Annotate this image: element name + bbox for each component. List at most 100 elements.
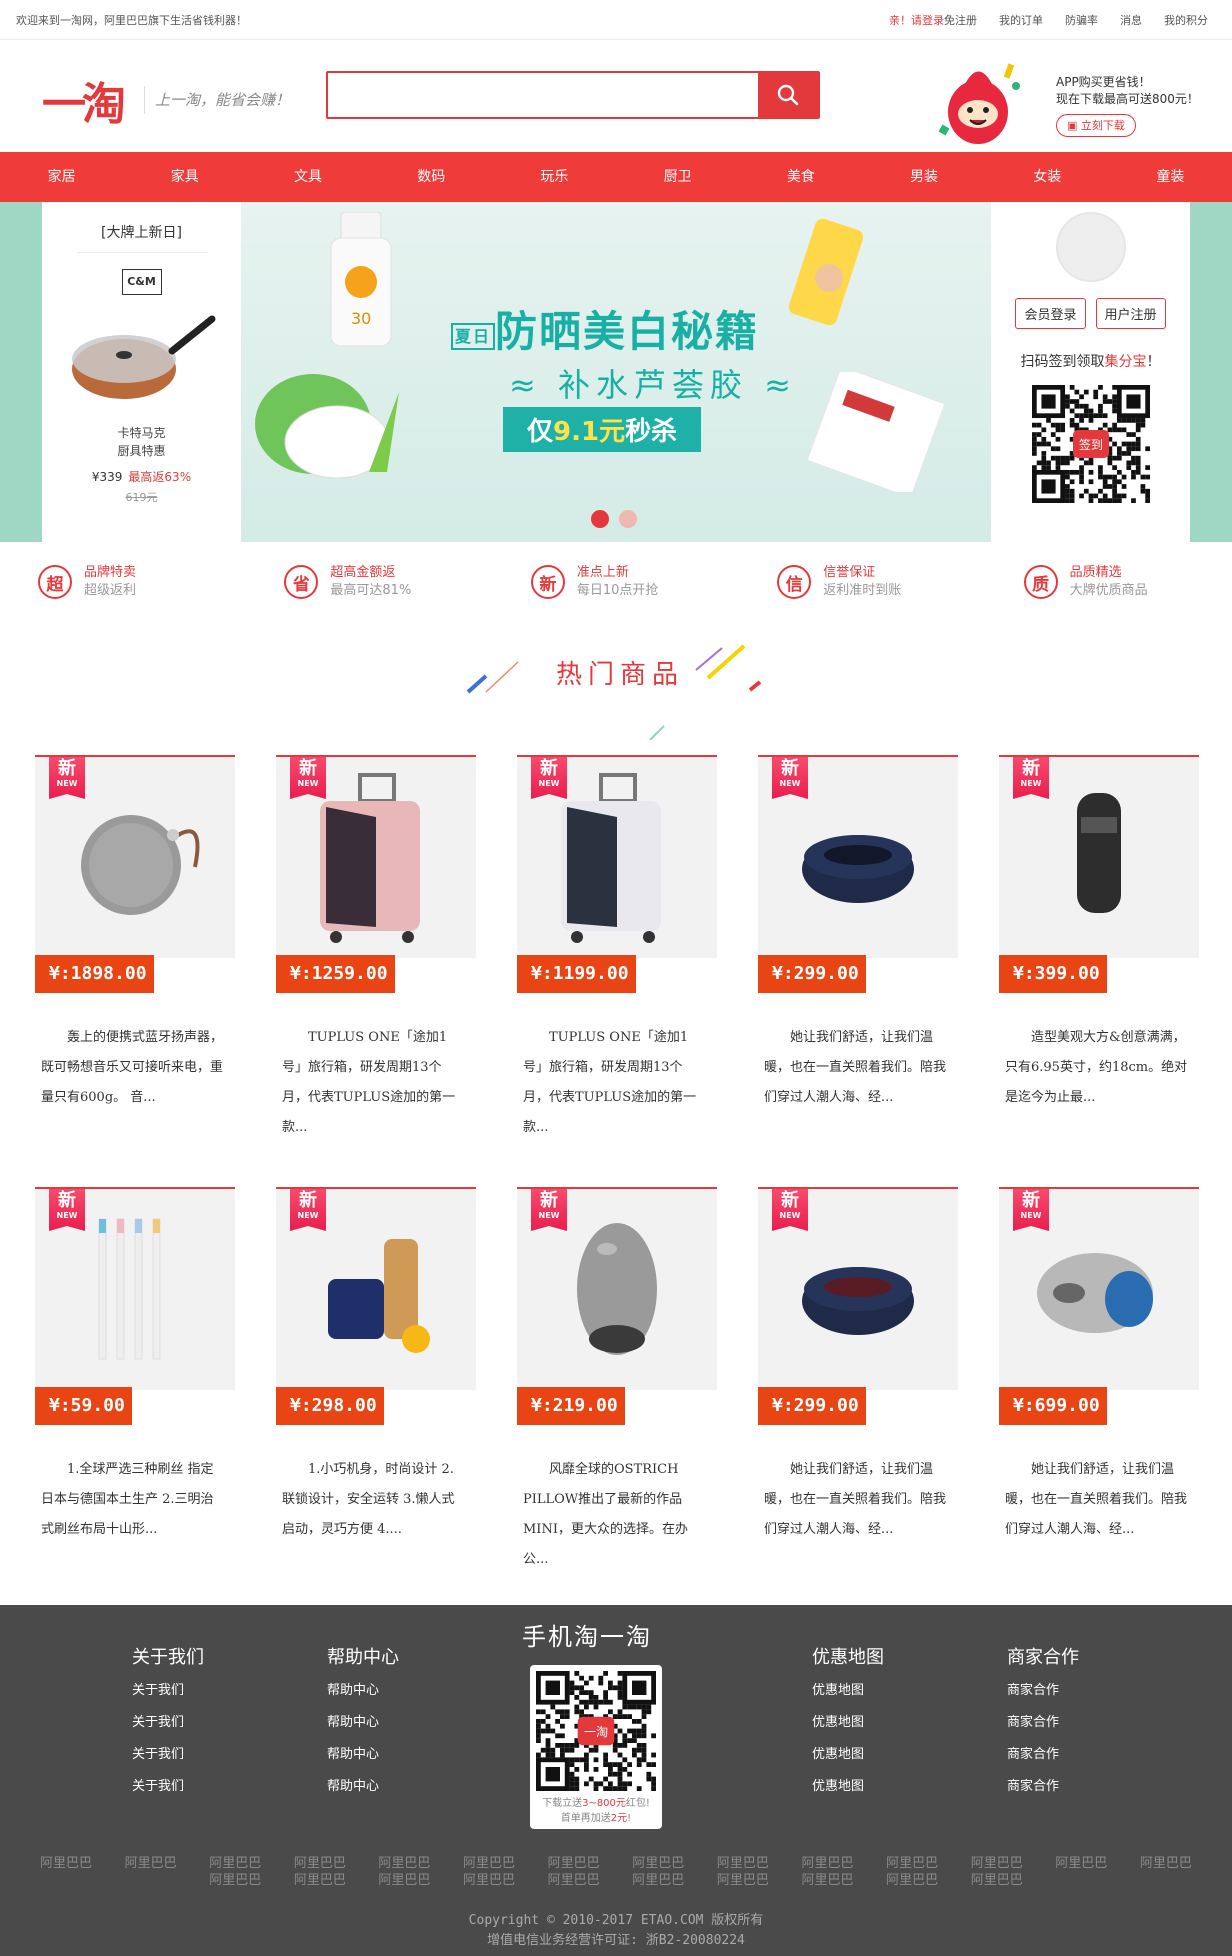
product-description[interactable]: 轰上的便携式蓝牙扬声器，既可畅想音乐又可接听来电，重量只有600g。 音...: [35, 1023, 231, 1113]
product-description[interactable]: 她让我们舒适，让我们温暖，也在一直关照着我们。陪我们穿过人潮人海、经...: [999, 1455, 1195, 1545]
product-description[interactable]: 造型美观大方&创意满满，只有6.95英寸，约18cm。绝对是迄今为止最...: [999, 1023, 1195, 1113]
product-description[interactable]: 1.小巧机身，时尚设计 2.联锁设计，安全运转 3.懒人式启动，灵巧方便 4..…: [276, 1455, 472, 1545]
footer-link[interactable]: 关于我们: [132, 1675, 204, 1707]
search-input[interactable]: [328, 73, 758, 117]
nav-item-digital[interactable]: 数码: [370, 152, 493, 202]
product-description[interactable]: 1.全球严选三种刷丝 指定日本与德国本土生产 2.三明治式刷丝布局十山形...: [35, 1455, 231, 1545]
logo-mark: 一淘: [42, 79, 126, 130]
feature-icon-save: 省: [284, 565, 319, 599]
partner-link[interactable]: 阿里巴巴 阿里巴巴: [785, 1855, 869, 1889]
partner-link[interactable]: 阿里巴巴 阿里巴巴: [870, 1855, 954, 1889]
product-image[interactable]: 新 NEW: [758, 1187, 958, 1390]
product-image[interactable]: 新 NEW: [35, 1187, 235, 1390]
partner-link[interactable]: 阿里巴巴 阿里巴巴: [362, 1855, 446, 1889]
partner-link[interactable]: 阿里巴巴 阿里巴巴: [616, 1855, 700, 1889]
nav-item-kitchen-bath[interactable]: 厨卫: [616, 152, 739, 202]
feature-icon-quality: 质: [1023, 565, 1058, 599]
partner-link[interactable]: 阿里巴巴 阿里巴巴: [278, 1855, 362, 1889]
nav-item-menswear[interactable]: 男装: [862, 152, 985, 202]
footer-link[interactable]: 商家合作: [1007, 1707, 1079, 1739]
my-points-link[interactable]: 我的积分: [1164, 12, 1208, 28]
member-login-button[interactable]: 会员登录: [1015, 298, 1086, 329]
original-price: 619元: [125, 491, 158, 504]
new-badge: 新 NEW: [772, 757, 808, 799]
mask-pack-image: [806, 372, 946, 492]
product-card[interactable]: 新 NEW ¥:699.00 她让我们舒适，让我们温暖，也在一直关照着我们。陪我们穿…: [999, 1187, 1199, 1619]
anti-fraud-link[interactable]: 防骗率: [1065, 12, 1098, 28]
my-orders-link[interactable]: 我的订单: [999, 12, 1043, 28]
search-button[interactable]: [758, 73, 818, 117]
nav-item-womenswear[interactable]: 女装: [986, 152, 1109, 202]
brand-deal-title: [大牌上新日]: [101, 225, 182, 241]
nav-item-fun[interactable]: 玩乐: [493, 152, 616, 202]
footer-link[interactable]: 帮助中心: [327, 1675, 399, 1707]
partner-link[interactable]: 阿里巴巴: [1039, 1855, 1123, 1889]
product-image[interactable]: 新 NEW: [999, 1187, 1199, 1390]
login-link[interactable]: 亲！请登录免注册: [889, 12, 977, 28]
partner-link[interactable]: 阿里巴巴 阿里巴巴: [701, 1855, 785, 1889]
footer-link[interactable]: 关于我们: [132, 1739, 204, 1771]
product-card[interactable]: 新 NEW ¥:219.00 风靡全球的OSTRICH PILLOW推出了最新的作品…: [517, 1187, 717, 1619]
product-card[interactable]: 新 NEW ¥:299.00 她让我们舒适，让我们温暖，也在一直关照着我们。陪我们穿…: [758, 755, 958, 1187]
product-image[interactable]: 新 NEW: [999, 755, 1199, 958]
checkin-qr-code[interactable]: 签到: [1031, 385, 1150, 503]
product-description[interactable]: TUPLUS ONE「途加1号」旅行箱，研发周期13个月，代表TUPLUS途加的…: [276, 1023, 472, 1143]
footer-link[interactable]: 商家合作: [1007, 1739, 1079, 1771]
price-tag: ¥:298.00: [276, 1387, 384, 1425]
product-description[interactable]: 她让我们舒适，让我们温暖，也在一直关照着我们。陪我们穿过人潮人海、经...: [758, 1455, 954, 1545]
carousel-dot-active[interactable]: [591, 510, 609, 528]
product-card[interactable]: 新 NEW ¥:298.00 1.小巧机身，时尚设计 2.联锁设计，安全运转 3.懒…: [276, 1187, 476, 1619]
brand-deal-card[interactable]: [大牌上新日] C&M 卡特马克 厨具特惠 ¥339 最高返63% 619元: [42, 202, 241, 542]
partner-link[interactable]: 阿里巴巴 阿里巴巴: [955, 1855, 1039, 1889]
footer-link[interactable]: 帮助中心: [327, 1771, 399, 1803]
nav-item-home[interactable]: 家居: [0, 152, 123, 202]
product-card[interactable]: 新 NEW ¥:299.00 她让我们舒适，让我们温暖，也在一直关照着我们。陪我们穿…: [758, 1187, 958, 1619]
product-image[interactable]: 新 NEW: [276, 1187, 476, 1390]
top-links: 亲！请登录免注册 我的订单 防骗率 消息 我的积分: [889, 12, 1208, 28]
partner-link[interactable]: 阿里巴巴: [1124, 1855, 1208, 1889]
product-card[interactable]: 新 NEW ¥:1199.00 TUPLUS ONE「途加1号」旅行箱，研发周期13…: [517, 755, 717, 1187]
partner-link[interactable]: 阿里巴巴: [24, 1855, 108, 1889]
messages-link[interactable]: 消息: [1120, 12, 1142, 28]
footer-link[interactable]: 优惠地图: [812, 1707, 884, 1739]
footer-link[interactable]: 优惠地图: [812, 1675, 884, 1707]
nav-item-kidswear[interactable]: 童装: [1109, 152, 1232, 202]
product-image[interactable]: 新 NEW: [35, 755, 235, 958]
product-image[interactable]: 新 NEW: [517, 755, 717, 958]
footer-link[interactable]: 关于我们: [132, 1707, 204, 1739]
user-register-button[interactable]: 用户注册: [1095, 298, 1166, 329]
footer-link[interactable]: 帮助中心: [327, 1707, 399, 1739]
partner-link[interactable]: 阿里巴巴 阿里巴巴: [532, 1855, 616, 1889]
footer-link[interactable]: 优惠地图: [812, 1771, 884, 1803]
product-description[interactable]: 风靡全球的OSTRICH PILLOW推出了最新的作品MINI，更大众的选择。在…: [517, 1455, 713, 1575]
nav-item-furniture[interactable]: 家具: [123, 152, 246, 202]
product-description[interactable]: TUPLUS ONE「途加1号」旅行箱，研发周期13个月，代表TUPLUS途加的…: [517, 1023, 713, 1143]
product-image[interactable]: 新 NEW: [758, 755, 958, 958]
hero-banner[interactable]: 30 夏日防晒美白秘籍 ≈ 补水芦荟胶 ≈ 仅9.1元秒杀: [241, 202, 991, 542]
download-button[interactable]: ▣ 立刻下载: [1056, 114, 1136, 137]
partner-link[interactable]: 阿里巴巴 阿里巴巴: [193, 1855, 277, 1889]
footer-link[interactable]: 优惠地图: [812, 1739, 884, 1771]
product-card[interactable]: 新 NEW ¥:399.00 造型美观大方&创意满满，只有6.95英寸，约18cm。…: [999, 755, 1199, 1187]
site-logo[interactable]: 一淘 上一淘，能省会赚！: [42, 68, 290, 132]
footer-link[interactable]: 帮助中心: [327, 1739, 399, 1771]
product-grid: 新 NEW ¥:1898.00 轰上的便携式蓝牙扬声器，既可畅想音乐又可接听来电，重…: [35, 755, 1199, 1619]
license-text: 增值电信业务经营许可证: 浙B2-20080224: [487, 1933, 745, 1948]
product-image[interactable]: 新 NEW: [276, 755, 476, 958]
app-qr-card[interactable]: 一淘 下载立送3~800元红包! 首单再加送2元!: [530, 1665, 662, 1829]
product-card[interactable]: 新 NEW ¥:59.00 1.全球严选三种刷丝 指定日本与德国本土生产 2.三明治…: [35, 1187, 235, 1619]
footer-link[interactable]: 商家合作: [1007, 1771, 1079, 1803]
footer-link[interactable]: 关于我们: [132, 1771, 204, 1803]
yellow-bottle-image: [788, 218, 864, 326]
user-avatar: [1055, 212, 1126, 282]
product-card[interactable]: 新 NEW ¥:1898.00 轰上的便携式蓝牙扬声器，既可畅想音乐又可接听来电，重…: [35, 755, 235, 1187]
nav-item-stationery[interactable]: 文具: [246, 152, 369, 202]
nav-item-food[interactable]: 美食: [739, 152, 862, 202]
product-description[interactable]: 她让我们舒适，让我们温暖，也在一直关照着我们。陪我们穿过人潮人海、经...: [758, 1023, 954, 1113]
product-card[interactable]: 新 NEW ¥:1259.00 TUPLUS ONE「途加1号」旅行箱，研发周期13…: [276, 755, 476, 1187]
footer-link[interactable]: 商家合作: [1007, 1675, 1079, 1707]
partner-link[interactable]: 阿里巴巴 阿里巴巴: [447, 1855, 531, 1889]
product-image[interactable]: 新 NEW: [517, 1187, 717, 1390]
partner-link[interactable]: 阿里巴巴: [109, 1855, 193, 1889]
carousel-dot[interactable]: [619, 510, 637, 528]
